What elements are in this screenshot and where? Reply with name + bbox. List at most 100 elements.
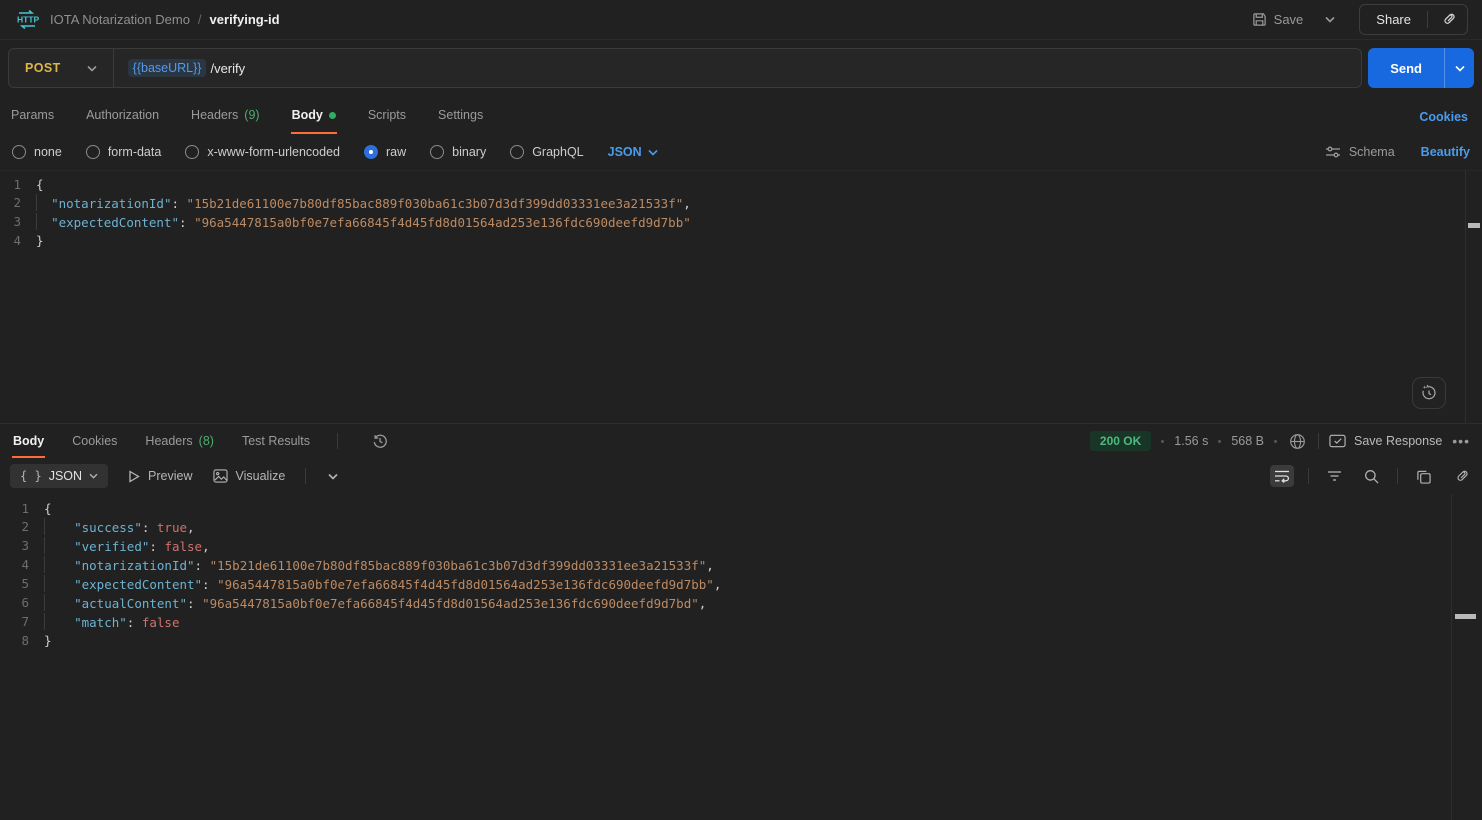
send-button[interactable]: Send <box>1368 48 1444 88</box>
search-icon <box>1364 469 1379 484</box>
search-button[interactable] <box>1360 465 1383 488</box>
code-line: 7 "match": false <box>0 613 1482 632</box>
response-tab-cookies[interactable]: Cookies <box>71 426 118 458</box>
url-input[interactable]: {{baseURL}} /verify <box>114 59 1362 77</box>
radio-label: form-data <box>108 145 162 159</box>
share-label: Share <box>1376 12 1411 27</box>
response-size[interactable]: 568 B <box>1231 434 1264 448</box>
more-options-button[interactable]: ••• <box>1452 433 1470 449</box>
status-badge[interactable]: 200 OK <box>1090 431 1151 451</box>
cookies-link[interactable]: Cookies <box>1415 100 1472 134</box>
filter-button[interactable] <box>1323 466 1346 486</box>
response-time[interactable]: 1.56 s <box>1174 434 1208 448</box>
globe-icon <box>1289 433 1306 450</box>
response-link-button[interactable] <box>1449 465 1472 488</box>
tab-settings[interactable]: Settings <box>437 98 484 134</box>
tab-label: Test Results <box>242 434 310 448</box>
line-number: 2 <box>0 194 36 213</box>
postbot-button[interactable] <box>1412 377 1446 409</box>
radio-circle <box>86 145 100 159</box>
beautify-button[interactable]: Beautify <box>1421 145 1470 159</box>
tab-headers[interactable]: Headers(9) <box>190 98 261 134</box>
language-dropdown[interactable]: JSON <box>608 145 658 159</box>
scrollbar-handle[interactable] <box>1468 223 1480 228</box>
radio-label: binary <box>452 145 486 159</box>
link-icon <box>1453 469 1468 484</box>
schema-button[interactable]: Schema <box>1325 145 1395 159</box>
radio-label: x-www-form-urlencoded <box>207 145 340 159</box>
radio-circle <box>185 145 199 159</box>
response-code: 1{2 "success": true,3 "verified": false,… <box>0 500 1482 650</box>
radio-binary[interactable]: binary <box>430 145 486 159</box>
radio-graphql[interactable]: GraphQL <box>510 145 583 159</box>
visualize-label: Visualize <box>236 469 286 483</box>
radio-form-data[interactable]: form-data <box>86 145 162 159</box>
body-mode-row: none form-data x-www-form-urlencoded raw… <box>0 134 1482 170</box>
radio-none[interactable]: none <box>12 145 62 159</box>
tab-authorization[interactable]: Authorization <box>85 98 160 134</box>
tab-params[interactable]: Params <box>10 98 55 134</box>
save-button[interactable]: Save <box>1244 6 1312 33</box>
chevron-down-icon <box>1455 65 1465 72</box>
share-button[interactable]: Share <box>1360 5 1427 34</box>
radio-raw[interactable]: raw <box>364 145 406 159</box>
schema-label: Schema <box>1349 145 1395 159</box>
tab-label: Headers <box>191 108 238 122</box>
tab-label: Body <box>292 108 323 122</box>
visualize-button[interactable]: Visualize <box>213 469 286 483</box>
response-tab-body[interactable]: Body <box>12 426 45 458</box>
code-line: 2 "success": true, <box>0 518 1482 537</box>
dot-separator <box>1218 440 1221 443</box>
format-label: JSON <box>49 469 82 483</box>
tab-label: Cookies <box>72 434 117 448</box>
braces-icon: { } <box>20 469 42 483</box>
response-toolbar-actions <box>1270 465 1472 488</box>
code-line: 1{ <box>0 176 1482 194</box>
line-number: 7 <box>0 613 44 632</box>
sliders-icon <box>1325 145 1341 159</box>
wrap-text-icon <box>1274 469 1290 483</box>
request-editor-scrollbar[interactable] <box>1465 171 1482 423</box>
history-icon <box>372 433 388 449</box>
response-history-button[interactable] <box>364 427 396 455</box>
radio-x-www-form-urlencoded[interactable]: x-www-form-urlencoded <box>185 145 340 159</box>
method-dropdown[interactable]: POST <box>9 49 114 87</box>
request-code: 1{2 "notarizationId": "15b21de61100e7b80… <box>0 176 1482 250</box>
response-editor-scrollbar[interactable] <box>1451 494 1482 820</box>
app-window: HTTP IOTA Notarization Demo / verifying-… <box>0 0 1482 820</box>
method-label: POST <box>25 61 61 75</box>
format-options-chevron[interactable] <box>326 471 340 482</box>
network-info-button[interactable] <box>1287 431 1308 452</box>
save-response-button[interactable]: Save Response <box>1329 434 1442 448</box>
preview-button[interactable]: Preview <box>128 469 192 483</box>
breadcrumb: IOTA Notarization Demo / verifying-id <box>50 12 280 27</box>
response-body-editor[interactable]: 1{2 "success": true,3 "verified": false,… <box>0 494 1482 820</box>
copy-link-button[interactable] <box>1428 5 1467 34</box>
chevron-down-icon <box>648 149 658 156</box>
send-options-chevron[interactable] <box>1444 48 1474 88</box>
response-format-dropdown[interactable]: { } JSON <box>10 464 108 488</box>
code-line: 5 "expectedContent": "96a5447815a0bf0e7e… <box>0 575 1482 594</box>
tab-scripts[interactable]: Scripts <box>367 98 407 134</box>
request-title: verifying-id <box>210 12 280 27</box>
copy-icon <box>1416 469 1431 484</box>
request-body-editor[interactable]: 1{2 "notarizationId": "15b21de61100e7b80… <box>0 170 1482 423</box>
tab-body[interactable]: Body <box>291 98 337 134</box>
send-button-group: Send <box>1368 48 1474 88</box>
divider <box>337 433 338 449</box>
response-meta: 200 OK 1.56 s 568 B Save Response ••• <box>1090 431 1470 452</box>
breadcrumb-separator: / <box>198 12 202 27</box>
code-line: 1{ <box>0 500 1482 518</box>
code-line: 6 "actualContent": "96a5447815a0bf0e7efa… <box>0 594 1482 613</box>
tab-label: Authorization <box>86 108 159 122</box>
divider <box>305 468 306 484</box>
copy-response-button[interactable] <box>1412 465 1435 488</box>
wrap-text-button[interactable] <box>1270 465 1294 487</box>
scrollbar-handle[interactable] <box>1455 614 1476 619</box>
breadcrumb-collection[interactable]: IOTA Notarization Demo <box>50 12 190 27</box>
save-response-icon <box>1329 434 1346 448</box>
response-tab-test-results[interactable]: Test Results <box>241 426 311 458</box>
response-tab-headers[interactable]: Headers(8) <box>144 426 215 458</box>
save-options-chevron[interactable] <box>1317 10 1343 29</box>
radio-label: raw <box>386 145 406 159</box>
